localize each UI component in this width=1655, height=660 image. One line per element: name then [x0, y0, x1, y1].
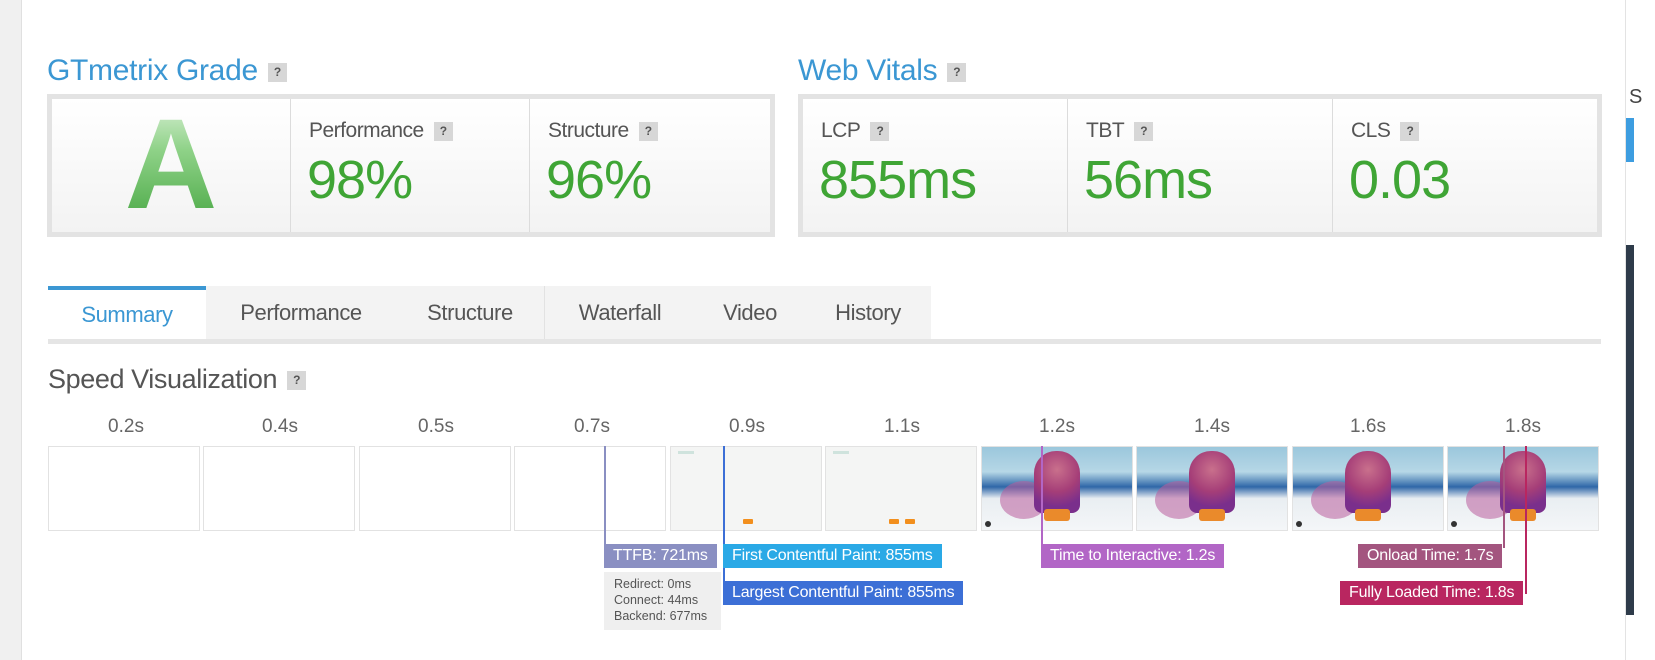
frame-dot — [1451, 521, 1457, 527]
right-dark-panel — [1626, 245, 1634, 615]
gtmetrix-grade-title-text: GTmetrix Grade — [47, 54, 258, 87]
tab-video[interactable]: Video — [695, 286, 805, 339]
filmstrip-frame-loaded[interactable] — [1292, 446, 1444, 531]
tbt-label: TBT? — [1086, 119, 1154, 143]
ttfb-line — [604, 446, 606, 548]
orange-element — [889, 519, 899, 524]
filmstrip-frame-loaded[interactable] — [981, 446, 1133, 531]
ttfb-breakdown: Redirect: 0ms Connect: 44ms Backend: 677… — [604, 572, 721, 630]
filmstrip-frame-blank[interactable] — [203, 446, 355, 531]
filmstrip-frame-blank[interactable] — [359, 446, 511, 531]
tab-structure[interactable]: Structure — [396, 286, 544, 339]
fcp-marker[interactable]: First Contentful Paint: 855ms — [723, 544, 942, 568]
hero-figure — [1345, 451, 1391, 513]
gtmetrix-grade-title: GTmetrix Grade? — [47, 54, 287, 88]
report-tabs: Summary Performance Structure Waterfall … — [48, 286, 1601, 344]
timeline-tick: 1.8s — [1505, 416, 1541, 437]
filmstrip-frame-loading[interactable] — [670, 446, 822, 531]
right-accent-strip — [1626, 118, 1634, 162]
grade-card: A Performance? 98% Structure? 96% — [47, 93, 775, 237]
timeline-tick: 0.4s — [262, 416, 298, 437]
filmstrip-frame-loaded[interactable] — [1136, 446, 1288, 531]
paint-line — [723, 446, 725, 594]
timeline-tick: 1.1s — [884, 416, 920, 437]
help-icon[interactable]: ? — [1400, 121, 1420, 141]
timeline-tick: 0.5s — [418, 416, 454, 437]
frame-dot — [1296, 521, 1302, 527]
help-icon[interactable]: ? — [267, 62, 287, 82]
help-icon[interactable]: ? — [638, 121, 658, 141]
cls-label: CLS? — [1351, 119, 1420, 143]
help-icon[interactable]: ? — [947, 62, 967, 82]
ttfb-marker[interactable]: TTFB: 721ms — [604, 544, 717, 568]
fully-loaded-line — [1525, 446, 1527, 594]
connect-time: Connect: 44ms — [614, 593, 699, 607]
tbt-value: 56ms — [1084, 150, 1213, 210]
cls-value: 0.03 — [1349, 150, 1451, 210]
orange-element — [905, 519, 915, 524]
filmstrip-frame-blank[interactable] — [48, 446, 200, 531]
web-vitals-title-text: Web Vitals — [798, 54, 938, 87]
performance-value: 98% — [307, 150, 413, 210]
cls-cell: CLS? 0.03 — [1333, 99, 1597, 232]
hero-figure-base — [1044, 509, 1070, 521]
speed-visualization-title: Speed Visualization? — [48, 364, 307, 395]
filmstrip-frame-loading[interactable] — [825, 446, 977, 531]
help-icon[interactable]: ? — [1134, 121, 1154, 141]
lcp-marker[interactable]: Largest Contentful Paint: 855ms — [723, 581, 964, 605]
tti-line — [1041, 446, 1043, 548]
timeline-tick: 0.2s — [108, 416, 144, 437]
onload-marker[interactable]: Onload Time: 1.7s — [1358, 544, 1503, 568]
grade-letter: A — [52, 91, 290, 238]
hero-figure — [1500, 451, 1546, 513]
tab-performance[interactable]: Performance — [206, 286, 396, 339]
help-icon[interactable]: ? — [287, 371, 307, 391]
web-vitals-title: Web Vitals? — [798, 54, 967, 88]
lcp-label: LCP? — [821, 119, 890, 143]
redirect-time: Redirect: 0ms — [614, 577, 692, 591]
performance-cell: Performance? 98% — [291, 99, 530, 232]
lcp-value: 855ms — [819, 150, 977, 210]
timeline-tick: 0.9s — [729, 416, 765, 437]
timeline-tick: 1.6s — [1350, 416, 1386, 437]
fully-loaded-marker[interactable]: Fully Loaded Time: 1.8s — [1340, 581, 1524, 605]
right-page-rail: S — [1625, 0, 1655, 660]
right-edge-letter: S — [1629, 86, 1643, 108]
backend-time: Backend: 677ms — [614, 609, 708, 623]
web-vitals-card: LCP? 855ms TBT? 56ms CLS? 0.03 — [798, 94, 1602, 237]
tti-marker[interactable]: Time to Interactive: 1.2s — [1041, 544, 1225, 568]
timeline-tick: 1.2s — [1039, 416, 1075, 437]
structure-value: 96% — [546, 150, 652, 210]
hero-figure — [1189, 451, 1235, 513]
timeline-tick: 1.4s — [1194, 416, 1230, 437]
left-page-rail — [0, 0, 22, 660]
tab-history[interactable]: History — [805, 286, 931, 339]
orange-element — [743, 519, 753, 524]
hero-figure-base — [1199, 509, 1225, 521]
help-icon[interactable]: ? — [433, 121, 453, 141]
hero-figure-base — [1355, 509, 1381, 521]
structure-label: Structure? — [548, 119, 658, 143]
grade-cell: A — [52, 93, 291, 236]
placeholder-bar — [833, 451, 849, 454]
frame-dot — [985, 521, 991, 527]
performance-label: Performance? — [309, 119, 453, 143]
placeholder-bar — [678, 451, 694, 454]
lcp-cell: LCP? 855ms — [803, 99, 1068, 232]
structure-cell: Structure? 96% — [530, 99, 770, 232]
tab-waterfall[interactable]: Waterfall — [544, 286, 695, 339]
filmstrip-frame-blank[interactable] — [514, 446, 666, 531]
filmstrip-frame-loaded[interactable] — [1447, 446, 1599, 531]
tbt-cell: TBT? 56ms — [1068, 99, 1333, 232]
timeline-tick: 0.7s — [574, 416, 610, 437]
hero-figure-base — [1510, 509, 1536, 521]
tab-summary[interactable]: Summary — [48, 286, 206, 339]
help-icon[interactable]: ? — [870, 121, 890, 141]
onload-line — [1503, 446, 1505, 548]
